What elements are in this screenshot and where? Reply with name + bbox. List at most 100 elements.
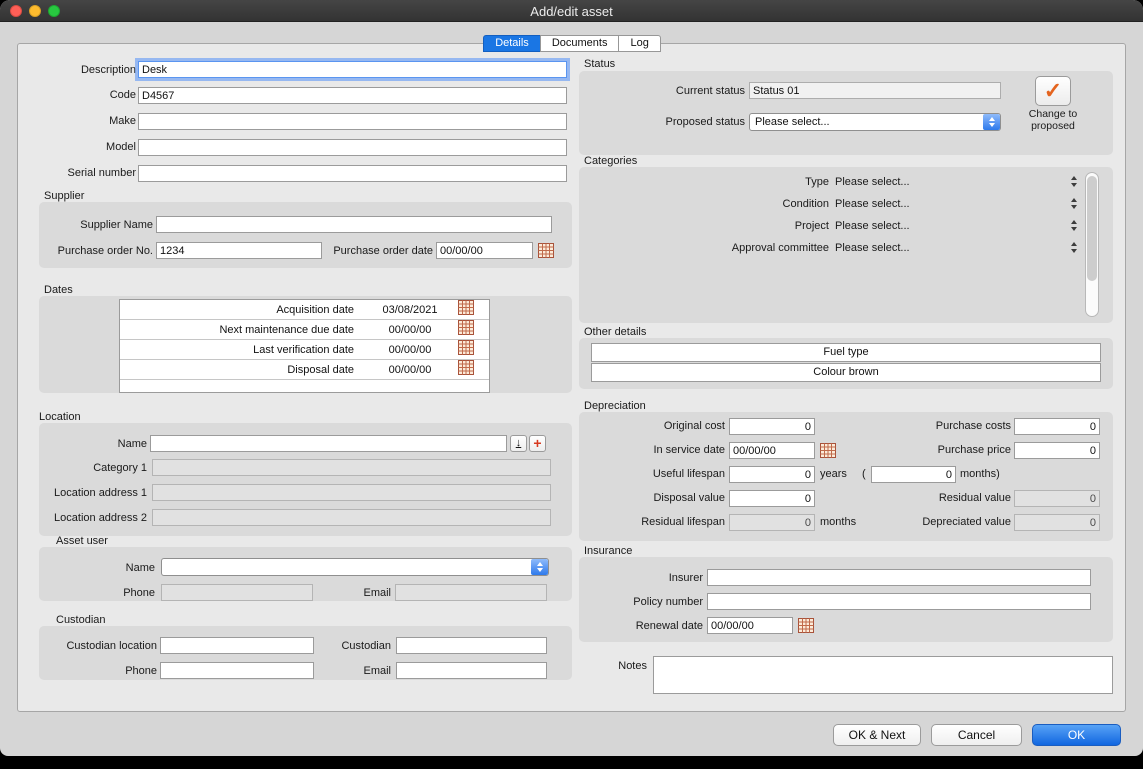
dates-group-title: Dates	[44, 284, 73, 296]
acquisition-date-value[interactable]: 03/08/2021	[362, 304, 458, 316]
calendar-icon[interactable]	[820, 443, 836, 458]
depreciation-group: Original cost Purchase costs In service …	[579, 412, 1113, 541]
useful-lifespan-field[interactable]	[729, 466, 815, 483]
other-details-group-title: Other details	[584, 326, 646, 338]
date-row-empty	[120, 380, 489, 392]
cancel-button[interactable]: Cancel	[931, 724, 1022, 746]
model-field[interactable]	[138, 139, 567, 156]
supplier-name-field[interactable]	[156, 216, 552, 233]
asset-user-name-select[interactable]	[161, 558, 549, 576]
insurer-field[interactable]	[707, 569, 1091, 586]
status-group-title: Status	[584, 58, 615, 70]
tab-documents[interactable]: Documents	[540, 35, 620, 52]
calendar-icon[interactable]	[538, 243, 554, 258]
custodian-field[interactable]	[396, 637, 547, 654]
in-service-date-field[interactable]	[729, 442, 815, 459]
ok-and-next-button[interactable]: OK & Next	[833, 724, 921, 746]
location-name-field[interactable]	[150, 435, 507, 452]
stepper-icon[interactable]	[1069, 196, 1079, 211]
months-suffix: months	[820, 516, 856, 528]
last-verification-date-value[interactable]: 00/00/00	[362, 344, 458, 356]
calendar-icon[interactable]	[458, 340, 474, 360]
custodian-email-field[interactable]	[396, 662, 547, 679]
custodian-location-field[interactable]	[160, 637, 314, 654]
asset-user-email-field	[395, 584, 547, 601]
date-row: Next maintenance due date 00/00/00	[120, 320, 489, 340]
renewal-date-label: Renewal date	[579, 620, 703, 632]
proposed-status-select[interactable]: Please select...	[749, 113, 1001, 131]
category-approval-committee-value[interactable]: Please select...	[835, 242, 910, 254]
make-label: Make	[20, 115, 136, 127]
asset-user-name-label: Name	[43, 562, 155, 574]
category-condition-value[interactable]: Please select...	[835, 198, 910, 210]
make-field[interactable]	[138, 113, 567, 130]
category-project-label: Project	[579, 220, 829, 232]
stepper-icon[interactable]	[1069, 240, 1079, 255]
custodian-group: Custodian location Custodian Phone Email	[39, 626, 572, 680]
next-maintenance-date-value[interactable]: 00/00/00	[362, 324, 458, 336]
depreciated-value-label: Depreciated value	[865, 516, 1011, 528]
scrollbar-thumb[interactable]	[1087, 176, 1097, 281]
calendar-icon[interactable]	[458, 300, 474, 320]
category-type-label: Type	[579, 176, 829, 188]
title-bar: Add/edit asset	[0, 0, 1143, 22]
notes-label: Notes	[602, 660, 647, 672]
supplier-group: Supplier Name Purchase order No. Purchas…	[39, 202, 572, 268]
renewal-date-field[interactable]	[707, 617, 793, 634]
add-location-button[interactable]: +	[529, 435, 546, 452]
tab-log[interactable]: Log	[618, 35, 660, 52]
category-type-value[interactable]: Please select...	[835, 176, 910, 188]
calendar-icon[interactable]	[798, 618, 814, 633]
notes-field[interactable]	[653, 656, 1113, 694]
lifespan-months-field[interactable]	[871, 466, 956, 483]
disposal-date-value[interactable]: 00/00/00	[362, 364, 458, 376]
calendar-icon[interactable]	[458, 360, 474, 380]
serial-number-field[interactable]	[138, 165, 567, 182]
next-maintenance-date-label: Next maintenance due date	[120, 324, 362, 336]
other-detail-row[interactable]: Fuel type	[591, 343, 1101, 362]
custodian-phone-label: Phone	[43, 665, 157, 677]
stepper-icon[interactable]	[1069, 218, 1079, 233]
location-address2-field	[152, 509, 551, 526]
chevron-up-down-icon	[531, 559, 548, 575]
change-to-proposed-button[interactable]: ✓	[1035, 76, 1071, 106]
category-project-value[interactable]: Please select...	[835, 220, 910, 232]
policy-number-field[interactable]	[707, 593, 1091, 610]
purchase-costs-field[interactable]	[1014, 418, 1100, 435]
tab-bar: Details Documents Log	[0, 35, 1143, 52]
disposal-value-field[interactable]	[729, 490, 815, 507]
years-suffix: years	[820, 468, 847, 480]
depreciation-group-title: Depreciation	[584, 400, 646, 412]
residual-value-field	[1014, 490, 1100, 507]
calendar-icon[interactable]	[458, 320, 474, 340]
code-field[interactable]	[138, 87, 567, 104]
proposed-status-label: Proposed status	[599, 116, 745, 128]
ok-button[interactable]: OK	[1032, 724, 1121, 746]
original-cost-field[interactable]	[729, 418, 815, 435]
paren-open: (	[862, 468, 866, 480]
depreciated-value-field	[1014, 514, 1100, 531]
residual-value-label: Residual value	[865, 492, 1011, 504]
tab-details[interactable]: Details	[483, 35, 541, 52]
category-approval-committee-label: Approval committee	[579, 242, 829, 254]
serial-number-label: Serial number	[20, 167, 136, 179]
policy-number-label: Policy number	[579, 596, 703, 608]
purchase-price-field[interactable]	[1014, 442, 1100, 459]
custodian-phone-field[interactable]	[160, 662, 314, 679]
location-lookup-button[interactable]: ↓	[510, 435, 527, 452]
insurance-group-title: Insurance	[584, 545, 632, 557]
other-detail-row[interactable]: Colour brown	[591, 363, 1101, 382]
window-title: Add/edit asset	[0, 4, 1143, 19]
category-condition-label: Condition	[579, 198, 829, 210]
purchase-order-date-field[interactable]	[436, 242, 533, 259]
description-field[interactable]	[138, 61, 567, 78]
purchase-order-no-field[interactable]	[156, 242, 322, 259]
description-label: Description	[20, 64, 136, 76]
date-row: Last verification date 00/00/00	[120, 340, 489, 360]
location-group-title: Location	[39, 411, 81, 423]
asset-user-phone-field	[161, 584, 313, 601]
asset-user-group: Name Phone Email	[39, 547, 572, 601]
location-name-label: Name	[43, 438, 147, 450]
stepper-icon[interactable]	[1069, 174, 1079, 189]
categories-scrollbar[interactable]	[1085, 172, 1099, 317]
